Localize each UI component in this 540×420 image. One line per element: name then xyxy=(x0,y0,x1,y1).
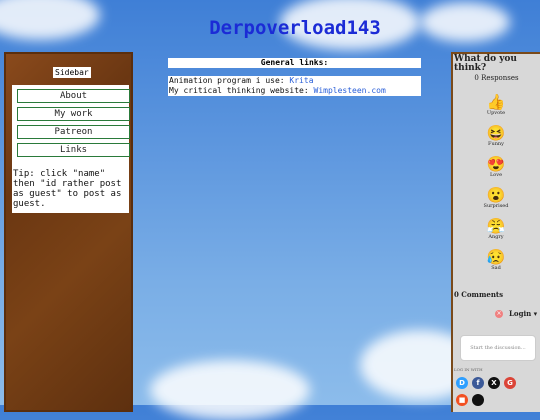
notification-icon[interactable]: × xyxy=(495,310,503,318)
sidebar-tip: Tip: click "name" then "id rather post a… xyxy=(12,168,129,213)
reaction-upvote[interactable]: 👍 Upvote xyxy=(479,94,513,116)
reaction-sad[interactable]: 😥 Sad xyxy=(479,249,513,271)
comments-panel: What do you think? 0 Responses 👍 Upvote … xyxy=(451,52,540,412)
reaction-label: Sad xyxy=(491,265,501,271)
reaction-funny[interactable]: 😆 Funny xyxy=(479,125,513,147)
nav-links-button[interactable]: Links xyxy=(17,143,130,157)
microsoft-login-icon[interactable]: ■ xyxy=(456,394,468,406)
heart-eyes-icon: 😍 xyxy=(486,155,506,173)
reaction-label: Surprised xyxy=(483,203,509,209)
sad-face-icon: 😥 xyxy=(486,248,506,266)
thumbs-up-icon: 👍 xyxy=(486,93,506,111)
website-line: My critical thinking website: Wimplestee… xyxy=(169,86,421,96)
site-title: Derpoverload143 xyxy=(209,17,381,39)
cloud xyxy=(150,360,310,420)
nav-patreon-button[interactable]: Patreon xyxy=(17,125,130,139)
discussion-input[interactable]: Start the discussion… xyxy=(460,335,536,361)
reaction-angry[interactable]: 😤 Angry xyxy=(479,218,513,240)
angry-face-icon: 😤 xyxy=(486,217,506,235)
website-label: My critical thinking website: xyxy=(169,86,309,95)
reaction-label: Love xyxy=(489,172,503,178)
reaction-surprised[interactable]: 😮 Surprised xyxy=(479,187,513,209)
login-button[interactable]: Login ▾ xyxy=(509,309,537,318)
animation-label: Animation program i use: xyxy=(169,76,285,85)
reaction-label: Angry xyxy=(488,234,504,240)
comments-question: What do you think? xyxy=(454,54,517,73)
wimplesteen-link[interactable]: Wimplesteen.com xyxy=(314,86,386,95)
x-login-icon[interactable]: X xyxy=(488,377,500,389)
comment-count: 0 Comments xyxy=(454,290,504,299)
general-links-box: Animation program i use: Krita My critic… xyxy=(168,76,421,96)
surprised-face-icon: 😮 xyxy=(486,186,506,204)
responses-count: 0 Responses xyxy=(474,74,519,82)
reaction-label: Funny xyxy=(488,141,504,147)
sidebar: Sidebar About My work Patreon Links Tip:… xyxy=(4,52,133,412)
apple-login-icon[interactable] xyxy=(472,394,484,406)
nav-about-button[interactable]: About xyxy=(17,89,130,103)
facebook-login-icon[interactable]: f xyxy=(472,377,484,389)
krita-link[interactable]: Krita xyxy=(289,76,313,85)
disqus-login-icon[interactable]: D xyxy=(456,377,468,389)
reaction-love[interactable]: 😍 Love xyxy=(479,156,513,178)
reaction-label: Upvote xyxy=(486,110,506,116)
laughing-face-icon: 😆 xyxy=(486,124,506,142)
login-with-label: LOG IN WITH xyxy=(454,367,483,372)
general-links-header: General links: xyxy=(168,58,421,68)
nav-my-work-button[interactable]: My work xyxy=(17,107,130,121)
animation-line: Animation program i use: Krita xyxy=(169,76,421,86)
google-login-icon[interactable]: G xyxy=(504,377,516,389)
sidebar-title: Sidebar xyxy=(53,67,91,78)
